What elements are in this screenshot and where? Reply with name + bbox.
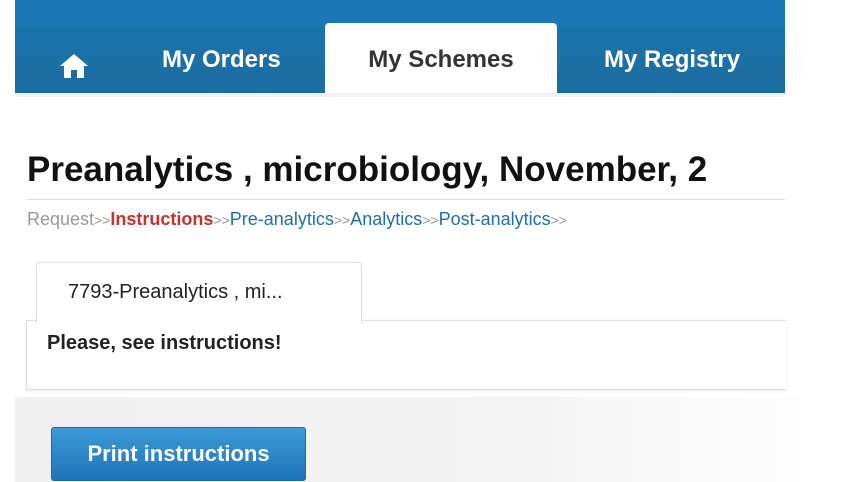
breadcrumb-separator: >> [333,212,351,228]
home-button[interactable] [57,51,91,81]
breadcrumb-separator: >> [550,212,567,228]
tab-scheme-label: 7793-Preanalytics , mi... [68,281,283,303]
home-icon [60,54,88,78]
breadcrumb-step-pre-analytics[interactable]: Pre-analytics [230,209,334,229]
nav-underline [15,93,785,97]
nav-my-orders[interactable]: My Orders [162,27,281,93]
nav-my-schemes[interactable]: My Schemes [325,23,557,97]
breadcrumb-step-request[interactable]: Request [27,209,94,229]
breadcrumb-separator: >> [94,212,111,228]
print-instructions-button[interactable]: Print instructions [51,427,306,481]
breadcrumb: Request>>Instructions>>Pre-analytics>>An… [27,209,785,230]
breadcrumb-step-post-analytics[interactable]: Post-analytics [439,209,551,229]
breadcrumb-step-instructions[interactable]: Instructions [110,209,213,229]
breadcrumb-step-analytics[interactable]: Analytics [350,209,422,229]
instructions-panel [26,320,786,390]
instructions-message: Please, see instructions! [47,332,282,354]
breadcrumb-separator: >> [422,212,439,228]
breadcrumb-separator: >> [213,212,230,228]
nav-my-registry[interactable]: My Registry [604,27,740,93]
title-divider [27,199,785,200]
page-title: Preanalytics , microbiology, November, 2 [27,150,708,189]
